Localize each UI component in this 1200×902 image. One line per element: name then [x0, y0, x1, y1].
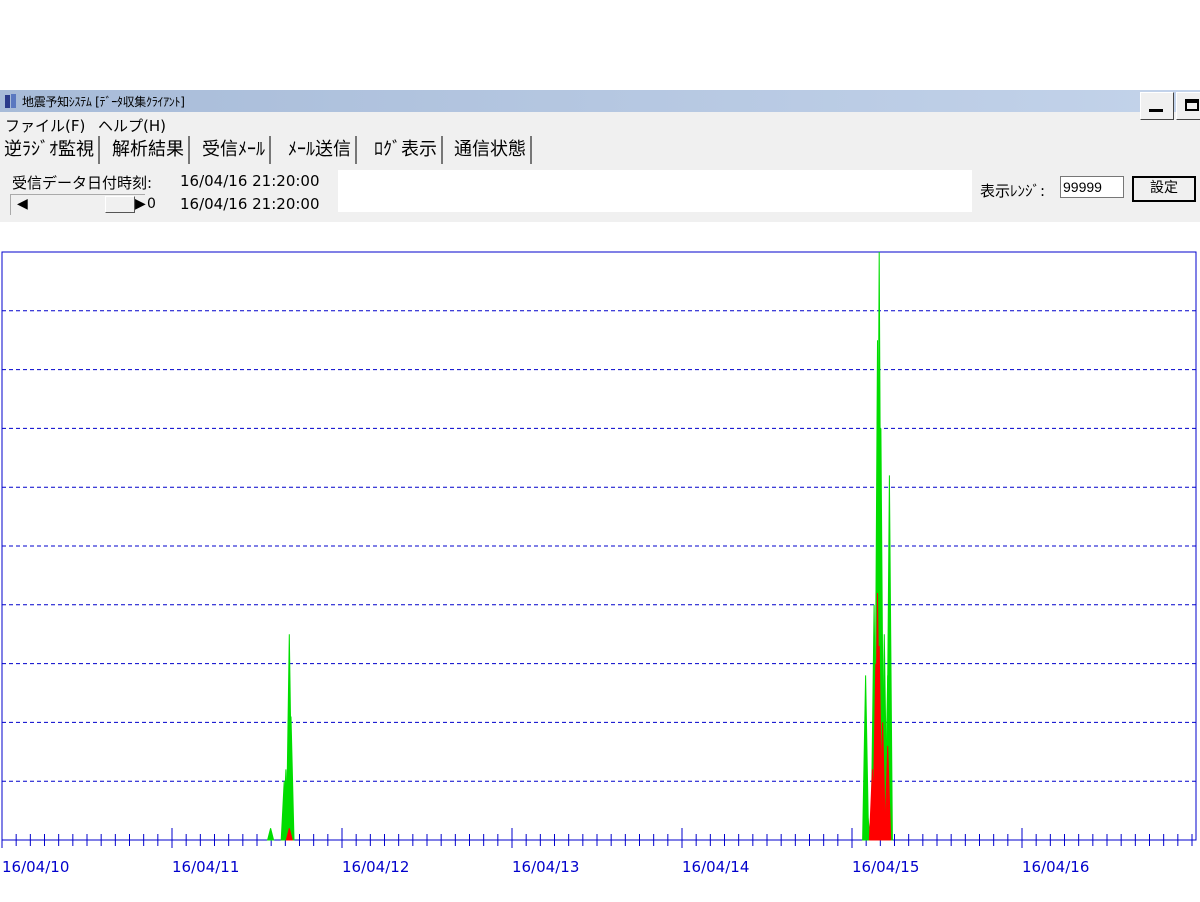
- x-tick-label: 16/04/11: [172, 858, 239, 876]
- tab-comm-status[interactable]: 通信状態: [454, 136, 532, 164]
- received-value: 16/04/16 21:20:00: [180, 172, 320, 190]
- minimize-button[interactable]: [1140, 92, 1174, 120]
- chart-area: 16/04/10 16/04/11 16/04/12 16/04/13 16/04/14…: [0, 222, 1200, 902]
- time-scrollbar[interactable]: ◀ ▶: [10, 194, 146, 215]
- radio-monitor-chart: 16/04/10 16/04/11 16/04/12 16/04/13 16/04/14…: [1, 251, 1197, 876]
- title-bar: 地震予知ｼｽﾃﾑ [ﾃﾞｰﾀ収集ｸﾗｲｱﾝﾄ]: [0, 90, 1200, 120]
- tab-received-mail[interactable]: 受信ﾒｰﾙ: [202, 136, 271, 164]
- info-box: [338, 170, 972, 212]
- range-input[interactable]: [1060, 176, 1124, 198]
- tab-reverse-radio[interactable]: 逆ﾗｼﾞｵ監視: [4, 136, 100, 164]
- x-tick-label: 16/04/16: [1022, 858, 1089, 876]
- set-button[interactable]: 設定: [1132, 176, 1196, 202]
- received-label: 受信データ日付時刻:: [12, 174, 153, 192]
- tab-analysis[interactable]: 解析結果: [112, 136, 190, 164]
- range-label: 表示ﾚﾝｼﾞ:: [980, 182, 1046, 200]
- scroll-time: 16/04/16 21:20:00: [180, 195, 320, 213]
- tab-send-mail[interactable]: ﾒｰﾙ送信: [288, 136, 357, 164]
- series-0-spike: [266, 828, 275, 841]
- x-tick-label: 16/04/10: [2, 858, 69, 876]
- window-title: 地震予知ｼｽﾃﾑ [ﾃﾞｰﾀ収集ｸﾗｲｱﾝﾄ]: [22, 95, 185, 109]
- x-tick-label: 16/04/13: [512, 858, 579, 876]
- scroll-left-icon[interactable]: ◀: [17, 196, 28, 212]
- menu-file[interactable]: ファイル(F): [5, 115, 85, 136]
- app-icon: [5, 94, 16, 108]
- scroll-thumb[interactable]: [105, 196, 135, 213]
- x-tick-label: 16/04/14: [682, 858, 749, 876]
- x-tick-label: 16/04/15: [852, 858, 919, 876]
- x-tick-label: 16/04/12: [342, 858, 409, 876]
- scroll-right-icon[interactable]: ▶: [135, 196, 146, 212]
- tab-log[interactable]: ﾛｸﾞ表示: [374, 136, 443, 164]
- scroll-value: 0: [147, 196, 156, 212]
- maximize-button[interactable]: [1176, 92, 1200, 120]
- menu-help[interactable]: ヘルプ(H): [98, 115, 166, 136]
